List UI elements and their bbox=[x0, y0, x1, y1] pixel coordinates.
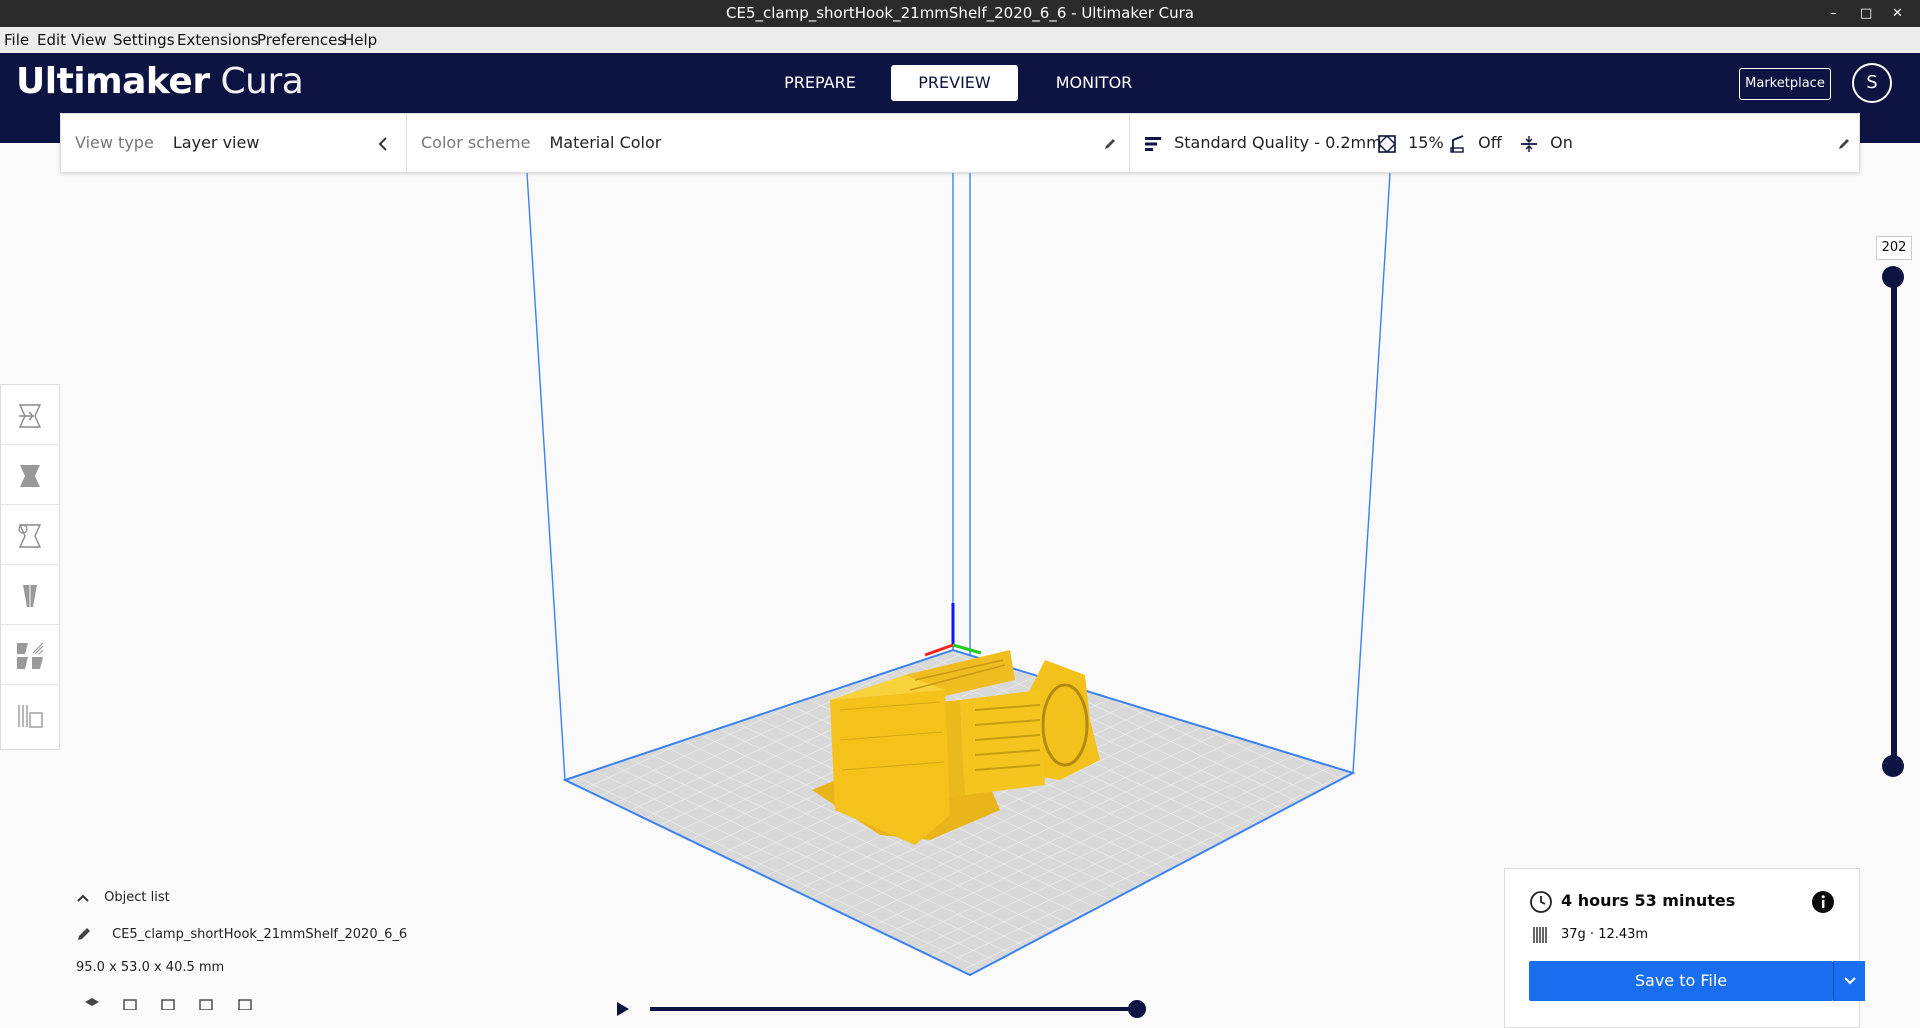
color-scheme-label: Color scheme bbox=[421, 133, 531, 152]
menu-edit[interactable]: Edit bbox=[37, 31, 66, 49]
support-setting[interactable]: Off bbox=[1447, 114, 1502, 172]
menu-file[interactable]: File bbox=[4, 31, 29, 49]
pencil-icon[interactable] bbox=[1103, 114, 1117, 172]
view-left-icon[interactable] bbox=[196, 996, 216, 1011]
adhesion-setting[interactable]: On bbox=[1519, 114, 1573, 172]
support-value: Off bbox=[1478, 133, 1502, 152]
view-options-panel: View type Layer view Color scheme Materi… bbox=[60, 113, 1860, 173]
save-to-file-button[interactable]: Save to File bbox=[1529, 961, 1833, 1001]
clock-icon bbox=[1530, 891, 1552, 913]
path-slider-handle[interactable] bbox=[1128, 1000, 1146, 1018]
layer-number-input[interactable]: 202 bbox=[1876, 236, 1912, 260]
camera-view-buttons bbox=[82, 996, 255, 1014]
window-title: CE5_clamp_shortHook_21mmShelf_2020_6_6 -… bbox=[726, 4, 1194, 22]
object-dimensions: 95.0 x 53.0 x 40.5 mm bbox=[76, 960, 225, 975]
menu-settings[interactable]: Settings bbox=[113, 31, 175, 49]
view-front-icon[interactable] bbox=[120, 996, 140, 1011]
view-type-selector[interactable]: View type Layer view bbox=[75, 114, 259, 172]
menu-bar: File Edit View Settings Extensions Prefe… bbox=[0, 27, 1920, 53]
spool-icon bbox=[1533, 927, 1547, 943]
quality-value: Standard Quality - 0.2mm bbox=[1174, 133, 1382, 152]
view-3d-icon[interactable] bbox=[82, 996, 102, 1010]
chevron-left-icon[interactable] bbox=[377, 114, 389, 172]
object-list-toggle[interactable]: Object list bbox=[76, 890, 170, 905]
support-icon bbox=[1450, 134, 1464, 153]
tab-monitor[interactable]: MONITOR bbox=[1044, 65, 1144, 101]
view-type-value: Layer view bbox=[172, 133, 260, 152]
marketplace-button[interactable]: Marketplace bbox=[1739, 68, 1831, 100]
view-top-icon[interactable] bbox=[158, 996, 178, 1011]
object-name-row[interactable]: CE5_clamp_shortHook_21mmShelf_2020_6_6 bbox=[76, 926, 407, 942]
simulation-controls bbox=[615, 998, 1155, 1018]
object-list-label: Object list bbox=[104, 890, 170, 905]
tab-preview[interactable]: PREVIEW bbox=[891, 65, 1018, 101]
adhesion-value: On bbox=[1550, 133, 1573, 152]
menu-preferences[interactable]: Preferences bbox=[257, 31, 345, 49]
view-right-icon[interactable] bbox=[235, 996, 255, 1011]
divider bbox=[406, 114, 407, 172]
infill-icon bbox=[1378, 134, 1396, 153]
print-settings-selector[interactable]: Standard Quality - 0.2mm bbox=[1143, 114, 1382, 172]
path-slider-track[interactable] bbox=[650, 1007, 1140, 1011]
quality-icon bbox=[1145, 136, 1161, 151]
divider bbox=[1129, 114, 1130, 172]
logo-product: Cura bbox=[220, 61, 304, 102]
layer-slider-track[interactable] bbox=[1891, 276, 1897, 766]
layer-slider-upper-handle[interactable] bbox=[1882, 266, 1904, 288]
material-usage: 37g · 12.43m bbox=[1561, 927, 1649, 942]
print-time: 4 hours 53 minutes bbox=[1561, 891, 1736, 910]
window-titlebar: CE5_clamp_shortHook_21mmShelf_2020_6_6 -… bbox=[0, 0, 1920, 27]
menu-view[interactable]: View bbox=[71, 31, 107, 49]
object-name: CE5_clamp_shortHook_21mmShelf_2020_6_6 bbox=[112, 926, 408, 942]
layer-slider-lower-handle[interactable] bbox=[1882, 755, 1904, 777]
pencil-icon[interactable] bbox=[1837, 114, 1851, 172]
color-scheme-selector[interactable]: Color scheme Material Color bbox=[421, 114, 661, 172]
view-type-label: View type bbox=[75, 133, 154, 152]
account-avatar[interactable]: S bbox=[1852, 63, 1892, 103]
menu-extensions[interactable]: Extensions bbox=[177, 31, 258, 49]
chevron-up-icon bbox=[77, 894, 89, 902]
app-logo: Ultimaker Cura bbox=[16, 61, 304, 102]
close-button[interactable]: ✕ bbox=[1892, 0, 1903, 27]
adhesion-icon bbox=[1521, 135, 1537, 152]
build-volume-edge bbox=[526, 173, 566, 781]
infill-setting[interactable]: 15% bbox=[1377, 114, 1444, 172]
menu-help[interactable]: Help bbox=[343, 31, 377, 49]
output-device-dropdown[interactable] bbox=[1833, 961, 1865, 1001]
minimize-button[interactable]: – bbox=[1830, 0, 1837, 27]
logo-brand: Ultimaker bbox=[16, 61, 210, 102]
play-icon[interactable] bbox=[615, 1002, 631, 1016]
tab-prepare[interactable]: PREPARE bbox=[770, 65, 870, 101]
info-icon[interactable] bbox=[1811, 890, 1835, 914]
color-scheme-value: Material Color bbox=[549, 133, 662, 152]
pencil-icon bbox=[78, 928, 90, 940]
chevron-down-icon bbox=[1844, 977, 1856, 985]
infill-value: 15% bbox=[1408, 133, 1444, 152]
print-summary-panel: 4 hours 53 minutes 37g · 12.43m Save to … bbox=[1504, 868, 1865, 1028]
maximize-button[interactable]: □ bbox=[1860, 0, 1872, 27]
build-volume-edge bbox=[1352, 173, 1391, 774]
